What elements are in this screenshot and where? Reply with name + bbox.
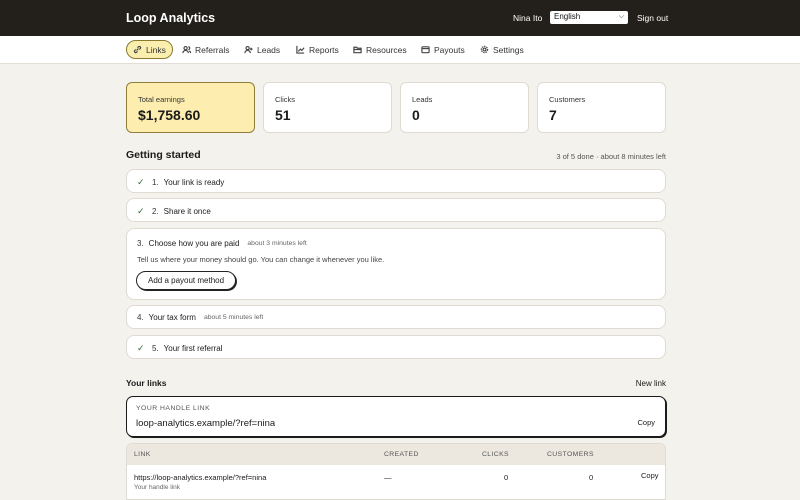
step-number: 5. [152, 344, 159, 353]
stat-value: 51 [275, 107, 291, 123]
tab-payouts[interactable]: Payouts [415, 40, 471, 59]
tab-leads-label: Leads [257, 44, 281, 55]
add-payout-method-button[interactable]: Add a payout method [136, 271, 237, 290]
stat-customers: Customers 7 [537, 82, 666, 133]
copy-button[interactable]: Copy [637, 418, 655, 427]
step-number: 3. [137, 239, 144, 248]
row-created: — [384, 473, 392, 482]
column-customers: CUSTOMERS [547, 451, 594, 458]
tab-links[interactable]: Links [126, 40, 173, 59]
stat-value: 7 [549, 107, 557, 123]
new-link-button[interactable]: New link [636, 379, 666, 388]
language-select[interactable]: English ⌵ [550, 11, 628, 24]
tab-payouts-label: Payouts [434, 44, 465, 55]
step-label: Choose how you are paid [148, 239, 240, 248]
row-copy-button[interactable]: Copy [641, 471, 659, 480]
step-item-expanded: 3. Choose how you are paid about 3 minut… [126, 228, 666, 300]
your-links-title: Your links [126, 378, 167, 388]
folder-icon [353, 46, 362, 54]
step-description: Tell us where your money should go. You … [137, 255, 385, 264]
step-item[interactable]: ✓ 2. Share it once [126, 198, 666, 222]
row-link-url[interactable]: https://loop-analytics.example/?ref=nina [134, 473, 266, 482]
row-clicks: 0 [504, 473, 509, 482]
stat-clicks: Clicks 51 [263, 82, 392, 133]
tab-resources-label: Resources [366, 44, 407, 55]
chevron-down-icon: ⌵ [618, 13, 624, 20]
main-nav: Links Referrals Leads Reports Resources … [0, 36, 800, 64]
column-clicks: CLICKS [482, 451, 509, 458]
getting-started-progress: 3 of 5 done · about 8 minutes left [556, 152, 666, 161]
row-customers: 0 [589, 473, 594, 482]
links-table: LINK CREATED CLICKS CUSTOMERS https://lo… [126, 443, 666, 500]
link-icon [133, 45, 142, 54]
user-name: Nina Ito [513, 13, 543, 23]
sign-out-link[interactable]: Sign out [637, 13, 668, 23]
step-item[interactable]: ✓ 1. Your link is ready [126, 169, 666, 193]
users-icon [182, 45, 191, 54]
step-number: 2. [152, 207, 159, 216]
step-number: 4. [137, 313, 144, 322]
tab-reports[interactable]: Reports [290, 40, 345, 59]
stat-label: Customers [549, 95, 586, 104]
step-label: Your tax form [148, 313, 196, 322]
tab-referrals[interactable]: Referrals [176, 40, 235, 59]
step-item[interactable]: ✓ 5. Your first referral [126, 335, 666, 359]
step-label: Your first referral [163, 344, 223, 353]
handle-link-label: YOUR HANDLE LINK [136, 405, 211, 412]
step-time: about 3 minutes left [247, 240, 307, 247]
step-time: about 5 minutes left [203, 314, 264, 321]
user-plus-icon [244, 45, 253, 54]
tab-leads[interactable]: Leads [238, 40, 286, 59]
table-row[interactable]: https://loop-analytics.example/?ref=nina… [127, 465, 665, 499]
getting-started-title: Getting started [126, 149, 201, 161]
column-created: CREATED [384, 451, 419, 458]
wallet-icon [421, 46, 430, 54]
stat-value: 0 [412, 107, 420, 123]
tab-resources[interactable]: Resources [347, 40, 413, 59]
stat-leads: Leads 0 [400, 82, 529, 133]
table-header: LINK CREATED CLICKS CUSTOMERS [127, 444, 665, 465]
step-item[interactable]: 4. Your tax form about 5 minutes left [126, 305, 666, 329]
handle-link-url[interactable]: loop-analytics.example/?ref=nina [136, 418, 275, 429]
top-bar: Loop Analytics Nina Ito English ⌵ Sign o… [0, 0, 800, 36]
gear-icon [480, 45, 489, 54]
check-icon: ✓ [137, 177, 145, 187]
tab-links-label: Links [146, 44, 166, 55]
check-icon: ✓ [137, 206, 145, 216]
tab-referrals-label: Referrals [195, 44, 230, 55]
step-number: 1. [152, 178, 159, 187]
chart-icon [296, 45, 305, 54]
column-link: LINK [134, 451, 151, 458]
stat-value: $1,758.60 [138, 107, 201, 123]
stat-label: Total earnings [138, 95, 185, 104]
brand-logo[interactable]: Loop Analytics [126, 11, 215, 25]
stat-label: Clicks [275, 95, 295, 104]
check-icon: ✓ [137, 343, 145, 353]
stat-total-earnings: Total earnings $1,758.60 [126, 82, 255, 133]
step-label: Share it once [163, 207, 211, 216]
language-value: English [554, 12, 581, 21]
handle-link-card: YOUR HANDLE LINK loop-analytics.example/… [126, 396, 666, 437]
tab-settings-label: Settings [493, 44, 524, 55]
step-label: Your link is ready [163, 178, 225, 187]
tab-settings[interactable]: Settings [474, 40, 530, 59]
tab-reports-label: Reports [309, 44, 339, 55]
row-link-note: Your handle link [134, 484, 181, 491]
stat-label: Leads [412, 95, 433, 104]
